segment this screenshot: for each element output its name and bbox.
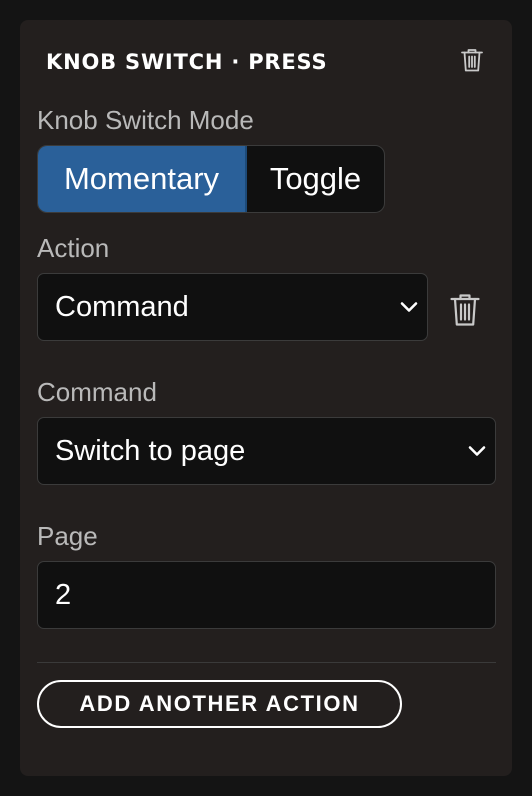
mode-option-momentary[interactable]: Momentary [38, 146, 247, 212]
add-another-action-button[interactable]: ADD ANOTHER ACTION [37, 680, 402, 728]
page-label: Page [37, 521, 98, 551]
action-label: Action [37, 233, 110, 263]
page-input-value: 2 [55, 578, 72, 611]
knob-switch-mode-label: Knob Switch Mode [37, 105, 254, 135]
divider [37, 662, 496, 663]
trash-icon[interactable] [461, 48, 483, 72]
command-select-value: Switch to page [55, 434, 246, 467]
action-select[interactable]: Command [37, 273, 428, 341]
knob-switch-panel: KNOB SWITCH · PRESS Knob Switch Mode Mom… [20, 20, 512, 776]
trash-icon[interactable] [450, 293, 480, 327]
panel-title: KNOB SWITCH · PRESS [46, 50, 328, 74]
page-input[interactable]: 2 [37, 561, 496, 629]
knob-switch-mode-toggle: Momentary Toggle [37, 145, 385, 213]
chevron-down-icon [399, 297, 419, 317]
command-select[interactable]: Switch to page [37, 417, 496, 485]
command-label: Command [37, 377, 157, 407]
chevron-down-icon [467, 441, 487, 461]
action-select-value: Command [55, 290, 189, 323]
mode-option-toggle[interactable]: Toggle [247, 146, 384, 212]
